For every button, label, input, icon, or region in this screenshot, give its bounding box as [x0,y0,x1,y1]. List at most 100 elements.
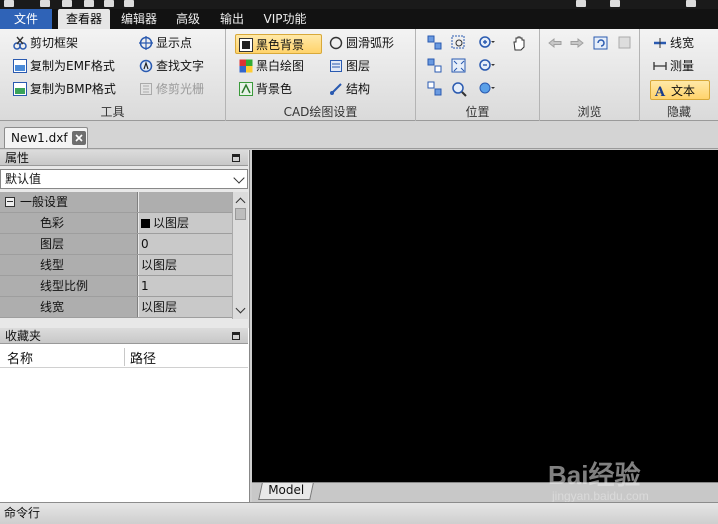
properties-panel: 属性 默认值 一般设置 色彩 以图层 图层 0 线型 以图层 线型比例 1 线宽… [0,150,250,328]
column-divider[interactable] [124,348,125,366]
property-section-general[interactable]: 一般设置 [0,192,232,213]
property-key: 线型 [0,255,138,275]
print-icon[interactable] [104,0,114,7]
rotate-view-icon[interactable] [426,80,444,98]
open-icon[interactable] [62,0,72,7]
property-key: 色彩 [0,213,138,233]
zoom-in-icon[interactable] [478,34,496,52]
zoom-rect-icon[interactable] [450,34,468,52]
background-color-label: 背景色 [256,82,293,96]
menu-viewer[interactable]: 查看器 [58,9,110,29]
property-row-linetype-scale[interactable]: 线型比例 1 [0,276,232,297]
line-width-button[interactable]: 线宽 [650,33,694,53]
minimize-icon[interactable] [576,0,586,7]
copy-bmp-button[interactable]: 复制为BMP格式 [10,79,116,99]
model-tab-label: Model [268,483,305,497]
menu-output[interactable]: 输出 [212,9,252,29]
text-label: 文本 [671,84,696,98]
property-value: 以图层 [139,255,232,275]
model-tab[interactable]: Model [258,483,314,500]
property-row-lineweight[interactable]: 线宽 以图层 [0,297,232,318]
menu-advanced[interactable]: 高级 [168,9,208,29]
properties-preset-select[interactable]: 默认值 [0,169,248,189]
property-row-layer[interactable]: 图层 0 [0,234,232,255]
zoom-extents-icon[interactable] [450,57,468,75]
undo-icon[interactable] [124,0,134,7]
find-text-button[interactable]: 查找文字 [136,56,204,76]
text-a-icon: A [654,84,668,98]
forward-arrow-icon[interactable] [568,34,586,52]
property-row-color[interactable]: 色彩 以图层 [0,213,232,234]
collapse-icon[interactable] [5,197,15,207]
fit-all-icon[interactable] [426,57,444,75]
copy-emf-button[interactable]: 复制为EMF格式 [10,56,115,76]
document-tab-label: New1.dxf [11,131,68,145]
structure-label: 结构 [346,82,371,96]
new-icon[interactable] [40,0,50,7]
clip-frame-button[interactable]: 剪切框架 [10,33,78,53]
measure-button[interactable]: 测量 [650,56,694,76]
background-color-button[interactable]: 背景色 [236,79,292,99]
column-header-path[interactable]: 路径 [130,348,156,367]
line-width-icon [653,36,667,50]
property-value: 以图层 [139,297,232,317]
hide-group-label: 隐藏 [666,105,691,119]
show-points-button[interactable]: 显示点 [136,33,192,53]
zoom-previous-icon[interactable] [450,80,468,98]
trim-raster-label: 修剪光栅 [156,82,205,96]
pin-icon[interactable] [232,154,240,162]
raster-icon [139,82,153,96]
maximize-icon[interactable] [610,0,620,7]
properties-scrollbar[interactable] [232,192,248,319]
black-background-button[interactable]: 黑色背景 [235,34,322,54]
measure-icon [653,59,667,73]
smooth-arc-button[interactable]: 圆滑弧形 [326,33,394,53]
layers-label: 图层 [346,59,371,73]
property-row-linetype[interactable]: 线型 以图层 [0,255,232,276]
command-line-bar[interactable]: 命令行 [0,502,718,523]
refresh-icon[interactable] [592,34,610,52]
globe-view-icon[interactable] [478,80,496,98]
menu-vip[interactable]: VIP功能 [256,9,314,29]
document-tab-bar: New1.dxf [0,121,718,149]
measure-label: 测量 [670,59,695,73]
drawing-canvas[interactable] [252,150,718,482]
menu-bar: 文件 查看器 编辑器 高级 输出 VIP功能 [0,9,718,29]
fit-window-icon[interactable] [426,34,444,52]
text-button[interactable]: A 文本 [650,80,710,100]
scroll-down-icon[interactable] [235,303,246,314]
ribbon-group-cad-settings: 黑色背景 黑白绘图 背景色 圆滑弧形 图层 结构 CAD绘图设置 [226,29,416,121]
black-white-label: 黑白绘图 [256,59,305,73]
show-points-label: 显示点 [156,36,193,50]
black-white-button[interactable]: 黑白绘图 [236,56,304,76]
zoom-out-icon[interactable] [478,57,496,75]
black-background-label: 黑色背景 [256,38,305,52]
svg-text:A: A [654,85,666,98]
property-value: 0 [139,234,232,254]
column-header-name[interactable]: 名称 [7,348,33,367]
copy-view-icon[interactable] [616,34,634,52]
layers-button[interactable]: 图层 [326,56,370,76]
close-window-icon[interactable] [686,0,696,7]
property-value: 1 [139,276,232,296]
save-icon[interactable] [84,0,94,7]
ribbon-group-position: 位置 [416,29,540,121]
scroll-thumb[interactable] [235,208,246,220]
properties-header: 属性 [0,150,248,166]
favorites-panel: 收藏夹 名称 路径 [0,328,250,502]
document-tab[interactable]: New1.dxf [4,127,88,148]
quick-access-bar [0,0,718,9]
menu-file[interactable]: 文件 [0,9,52,29]
pin-icon[interactable] [232,332,240,340]
ribbon-group-tools: 剪切框架 复制为EMF格式 复制为BMP格式 显示点 查找文字 修剪光栅 工具 [0,29,226,121]
scroll-up-icon[interactable] [235,197,246,208]
pan-hand-icon[interactable] [510,34,528,52]
structure-button[interactable]: 结构 [326,79,370,99]
back-arrow-icon[interactable] [546,34,564,52]
menu-editor[interactable]: 编辑器 [114,9,164,29]
app-icon[interactable] [4,0,14,7]
watermark-url: jingyan.baidu.com [552,489,649,503]
close-tab-icon[interactable] [72,131,86,145]
trim-raster-button[interactable]: 修剪光栅 [136,79,204,99]
favorites-title: 收藏夹 [5,329,42,343]
